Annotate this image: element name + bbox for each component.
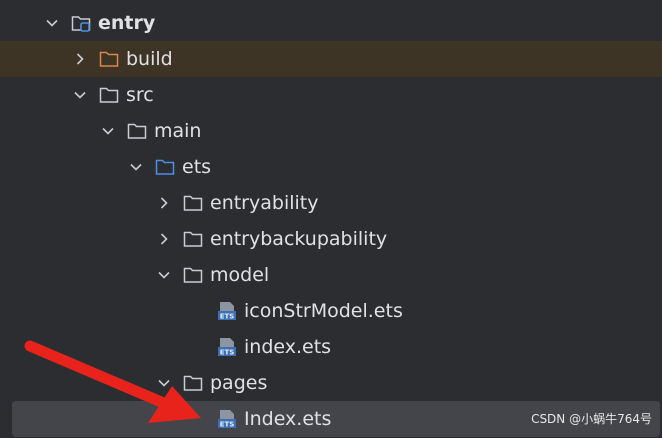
folder-icon xyxy=(182,372,204,394)
chevron-down-icon[interactable] xyxy=(156,375,172,391)
source-folder-icon xyxy=(154,156,176,178)
folder-icon xyxy=(182,228,204,250)
tree-item-label: main xyxy=(154,120,202,142)
watermark: CSDN @小蜗牛764号 xyxy=(531,412,652,426)
tree-item-src[interactable]: src xyxy=(0,77,662,113)
chevron-right-icon[interactable] xyxy=(72,51,88,67)
chevron-down-icon[interactable] xyxy=(100,123,116,139)
tree-item-label: src xyxy=(126,84,154,106)
tree-item-entry[interactable]: entry xyxy=(0,5,662,41)
folder-icon xyxy=(126,120,148,142)
folder-icon xyxy=(182,192,204,214)
tree-item-pages[interactable]: pages xyxy=(0,365,662,401)
tree-item-index-ets[interactable]: ETS index.ets xyxy=(0,329,662,365)
ets-file-icon: ETS xyxy=(216,336,238,358)
tree-item-model[interactable]: model xyxy=(0,257,662,293)
tree-item-label: entryability xyxy=(210,192,319,214)
ets-file-icon: ETS xyxy=(216,300,238,322)
tree-item-label: ets xyxy=(182,156,212,178)
chevron-down-icon[interactable] xyxy=(128,159,144,175)
folder-icon xyxy=(182,264,204,286)
tree-item-iconstrmodel-ets[interactable]: ETS iconStrModel.ets xyxy=(0,293,662,329)
tree-item-label: entrybackupability xyxy=(210,228,388,250)
tree-item-main[interactable]: main xyxy=(0,113,662,149)
svg-text:ETS: ETS xyxy=(220,349,235,357)
module-folder-icon xyxy=(70,12,92,34)
tree-item-label: entry xyxy=(98,12,156,34)
chevron-down-icon[interactable] xyxy=(156,267,172,283)
tree-item-label: build xyxy=(126,48,173,70)
tree-item-entrybackupability[interactable]: entrybackupability xyxy=(0,221,662,257)
project-tree: entry build src main ets entryability en… xyxy=(0,0,662,438)
tree-item-label: iconStrModel.ets xyxy=(244,300,403,322)
chevron-down-icon[interactable] xyxy=(72,87,88,103)
tree-item-label: model xyxy=(210,264,270,286)
tree-item-entryability[interactable]: entryability xyxy=(0,185,662,221)
tree-item-label: pages xyxy=(210,372,268,394)
tree-item-label: index.ets xyxy=(244,336,332,358)
chevron-down-icon[interactable] xyxy=(44,15,60,31)
svg-text:ETS: ETS xyxy=(220,421,235,429)
folder-icon xyxy=(98,48,120,70)
tree-item-label: Index.ets xyxy=(244,408,332,430)
svg-text:ETS: ETS xyxy=(220,313,235,321)
folder-icon xyxy=(98,84,120,106)
tree-item-build[interactable]: build xyxy=(0,41,662,77)
chevron-right-icon[interactable] xyxy=(156,231,172,247)
ets-file-icon: ETS xyxy=(216,408,238,430)
tree-item-ets[interactable]: ets xyxy=(0,149,662,185)
chevron-right-icon[interactable] xyxy=(156,195,172,211)
